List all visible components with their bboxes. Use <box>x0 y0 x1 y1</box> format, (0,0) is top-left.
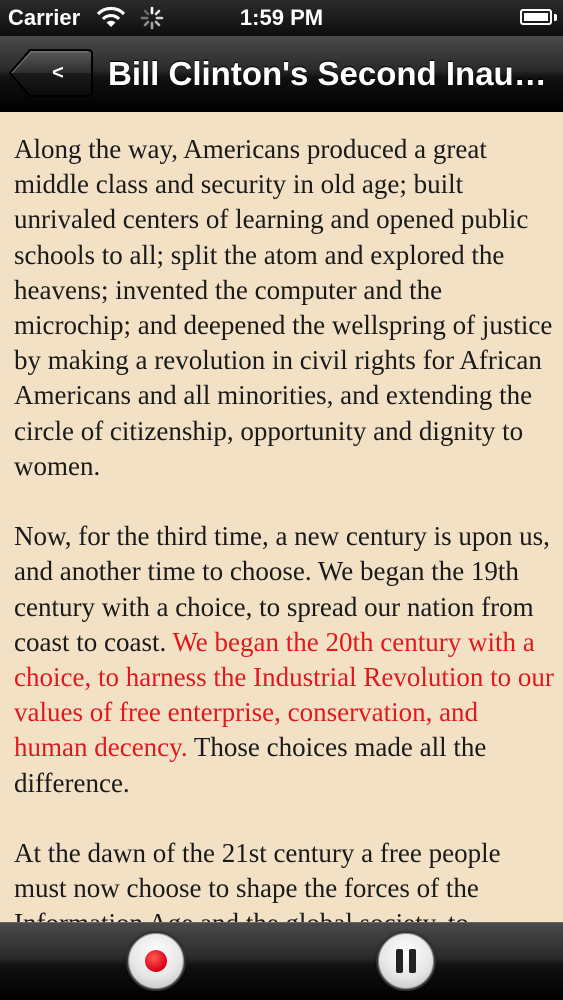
battery-nub <box>554 14 557 21</box>
record-button[interactable] <box>126 931 186 991</box>
status-bar: Carrier 1:59 PM <box>0 0 563 36</box>
battery-icon <box>520 9 552 25</box>
page-title: Bill Clinton's Second Inaugural Address <box>108 55 554 92</box>
paragraph: Along the way, Americans produced a grea… <box>14 134 553 481</box>
clock: 1:59 PM <box>239 5 324 30</box>
record-icon <box>145 950 167 972</box>
back-button[interactable]: < <box>8 48 94 98</box>
pause-button[interactable] <box>376 931 436 991</box>
bottom-toolbar <box>0 922 563 1000</box>
speech-text-view[interactable]: Along the way, Americans produced a grea… <box>0 112 563 922</box>
back-button-label: < <box>52 62 64 84</box>
speech-text: Along the way, Americans produced a grea… <box>14 132 554 922</box>
paragraph: Now, for the third time, a new century i… <box>14 519 554 801</box>
paragraph: At the dawn of the 21st century a free p… <box>14 838 501 922</box>
navigation-bar: < Bill Clinton's Second Inaugural Addres… <box>0 36 563 112</box>
